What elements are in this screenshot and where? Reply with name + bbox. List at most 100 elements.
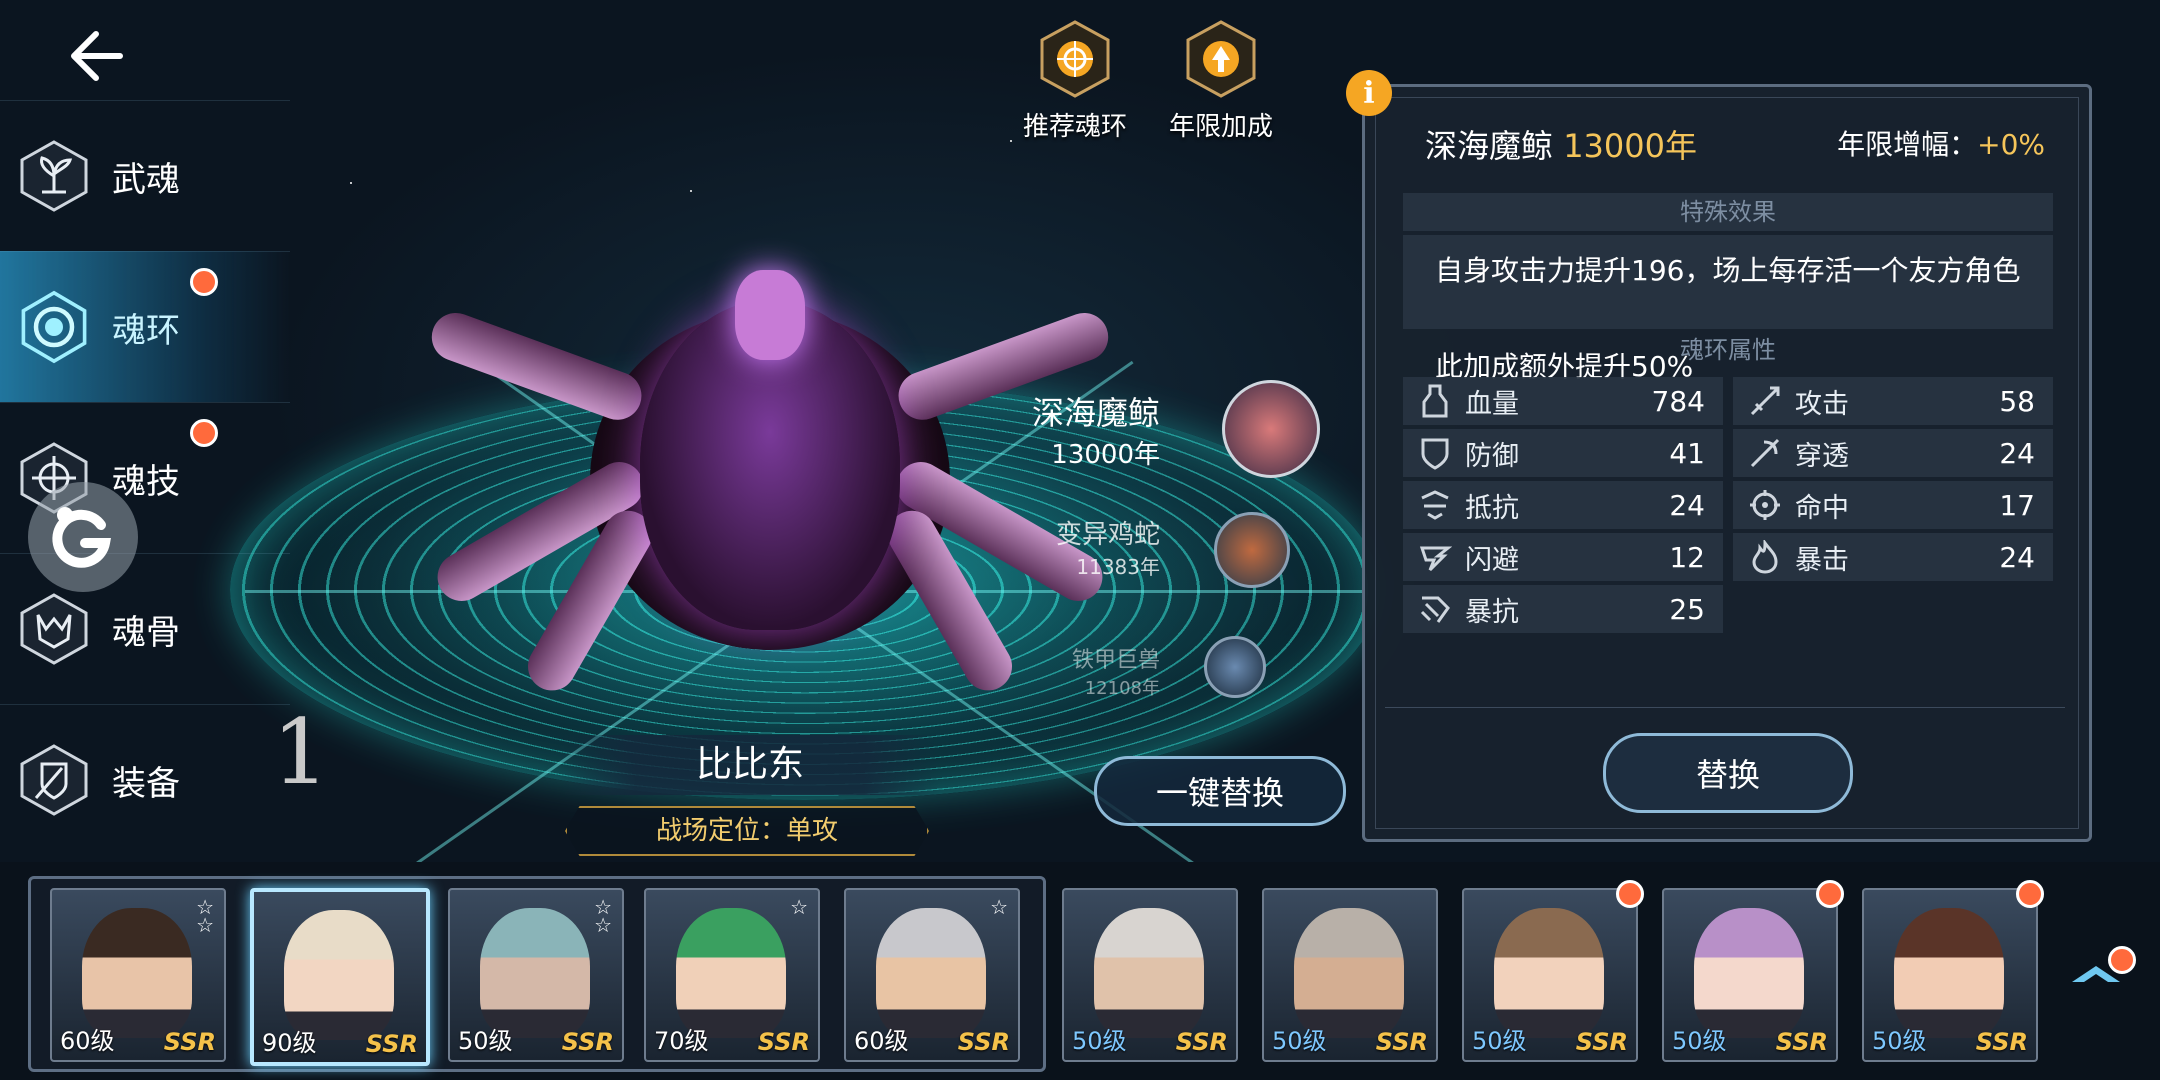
nav-label: 魂环 — [112, 310, 180, 351]
star-icon: ☆ — [790, 895, 808, 919]
card-level: 50级 — [458, 1027, 513, 1055]
ring-list-item-3[interactable]: 铁甲巨兽 12108年 — [1030, 642, 1160, 700]
boss-head — [735, 270, 805, 360]
nav-item-zhuangbei[interactable]: 装备 — [0, 704, 290, 855]
character-portrait — [1094, 908, 1204, 1038]
stat-value: 784 — [1651, 384, 1705, 418]
ring-thumb-1[interactable] — [1222, 380, 1320, 478]
year-growth-value: +0% — [1977, 128, 2045, 161]
stat-row: 闪避 12 — [1403, 533, 1723, 581]
card-level: 50级 — [1272, 1027, 1327, 1055]
recommend-ring-button[interactable]: 推荐魂环 — [1010, 20, 1140, 143]
nav-item-wuhun[interactable]: 武魂 — [0, 100, 290, 251]
ring-list-item-2[interactable]: 变异鸡蛇 11383年 — [1010, 514, 1160, 580]
panel-divider — [1385, 707, 2065, 708]
stat-row: 抵抗 24 — [1403, 481, 1723, 529]
card-level: 60级 — [60, 1027, 115, 1055]
stat-value: 41 — [1669, 436, 1705, 470]
star-icon: ☆ — [990, 895, 1008, 919]
soul-bone-icon — [18, 593, 90, 665]
character-portrait — [82, 908, 192, 1038]
ring-name: 铁甲巨兽 — [1071, 648, 1160, 673]
stat-row: 穿透 24 — [1733, 429, 2053, 477]
roster-card[interactable]: 50级 SSR — [1262, 888, 1438, 1062]
nav-label: 魂骨 — [112, 612, 180, 653]
roster-card[interactable]: 50级 SSR — [1462, 888, 1638, 1062]
crit-resist-icon — [1417, 591, 1453, 627]
character-portrait — [876, 908, 986, 1038]
boss-leg — [425, 306, 649, 427]
year-bonus-button[interactable]: 年限加成 — [1156, 20, 1286, 143]
stat-value: 58 — [1999, 384, 2035, 418]
card-level: 50级 — [1072, 1027, 1127, 1055]
roster-card[interactable]: 50级 SSR — [1862, 888, 2038, 1062]
stat-name: 命中 — [1795, 492, 1849, 524]
roster-card[interactable]: 90级 SSR — [250, 888, 430, 1066]
battle-role-text: 战场定位：单攻 — [655, 816, 838, 846]
card-level: 60级 — [854, 1027, 909, 1055]
equipment-icon — [18, 744, 90, 816]
ring-detail-panel: 深海魔鲸 13000年 年限增幅：+0% 特殊效果 自身攻击力提升196，场上每… — [1362, 84, 2092, 842]
battle-role-plate: 战场定位：单攻 — [565, 806, 929, 856]
panel-ring-name: 深海魔鲸 — [1425, 127, 1554, 165]
card-rarity: SSR — [757, 1028, 810, 1056]
replace-button[interactable]: 替换 — [1603, 733, 1853, 813]
ring-year: 13000年 — [1051, 440, 1160, 470]
character-portrait — [1694, 908, 1804, 1038]
one-key-replace-button[interactable]: 一键替换 — [1094, 756, 1346, 826]
character-portrait — [284, 910, 394, 1040]
card-rarity: SSR — [1375, 1028, 1428, 1056]
roster-card[interactable]: 50级 SSR — [1662, 888, 1838, 1062]
stat-row: 暴击 24 — [1733, 533, 2053, 581]
roster-card[interactable]: 50级 SSR — [1062, 888, 1238, 1062]
stat-name: 防御 — [1465, 440, 1519, 472]
card-rarity: SSR — [1975, 1028, 2028, 1056]
floating-g-button[interactable] — [28, 482, 138, 592]
stat-value: 12 — [1669, 540, 1705, 574]
side-nav: 武魂 魂环 魂技 魂骨 装备 — [0, 100, 290, 855]
stat-value: 24 — [1669, 488, 1705, 522]
collapse-arrow-icon[interactable] — [2068, 946, 2136, 992]
roster-card[interactable]: ☆ 70级 SSR — [644, 888, 820, 1062]
resist-icon — [1417, 487, 1453, 523]
character-portrait — [1894, 908, 2004, 1038]
roster-card[interactable]: ☆ ☆ 60级 SSR — [50, 888, 226, 1062]
panel-ring-year: 13000年 — [1563, 127, 1697, 165]
card-rarity: SSR — [1575, 1028, 1628, 1056]
card-rarity: SSR — [365, 1030, 418, 1058]
year-bonus-label: 年限加成 — [1168, 112, 1273, 142]
notification-dot — [190, 268, 218, 296]
recommend-ring-label: 推荐魂环 — [1022, 112, 1127, 142]
sparkle — [690, 190, 692, 192]
info-icon[interactable]: i — [1346, 70, 1392, 116]
special-effect-line: 自身攻击力提升196，场上每存活一个友方角色 — [1435, 254, 2021, 287]
penetration-icon — [1747, 435, 1783, 471]
stat-value: 25 — [1669, 592, 1705, 626]
card-rarity: SSR — [957, 1028, 1010, 1056]
stat-name: 血量 — [1465, 388, 1519, 420]
notification-dot — [1816, 880, 1844, 908]
star-icon: ☆ ☆ — [594, 895, 612, 937]
hp-bottle-icon — [1417, 383, 1453, 419]
stat-name: 穿透 — [1795, 440, 1849, 472]
card-rarity: SSR — [1775, 1028, 1828, 1056]
character-name-plate: 比比东 — [560, 735, 940, 795]
back-arrow-icon[interactable] — [66, 28, 126, 84]
ring-thumb-2[interactable] — [1214, 512, 1290, 588]
stat-name: 暴击 — [1795, 544, 1849, 576]
nav-label: 武魂 — [112, 159, 180, 200]
panel-ring-title: 深海魔鲸 13000年 — [1425, 121, 1697, 167]
character-name: 比比东 — [695, 744, 804, 785]
stat-value: 24 — [1999, 436, 2035, 470]
ring-list-item-1[interactable]: 深海魔鲸 13000年 — [990, 388, 1160, 471]
card-level: 70级 — [654, 1027, 709, 1055]
nav-item-hunhuan[interactable]: 魂环 — [0, 251, 290, 402]
roster-card[interactable]: ☆ 60级 SSR — [844, 888, 1020, 1062]
stat-row: 血量 784 — [1403, 377, 1723, 425]
stat-row: 攻击 58 — [1733, 377, 2053, 425]
notification-dot — [1616, 880, 1644, 908]
notification-dot — [2108, 946, 2136, 974]
hit-target-icon — [1747, 487, 1783, 523]
roster-card[interactable]: ☆ ☆ 50级 SSR — [448, 888, 624, 1062]
ring-thumb-3[interactable] — [1204, 636, 1266, 698]
